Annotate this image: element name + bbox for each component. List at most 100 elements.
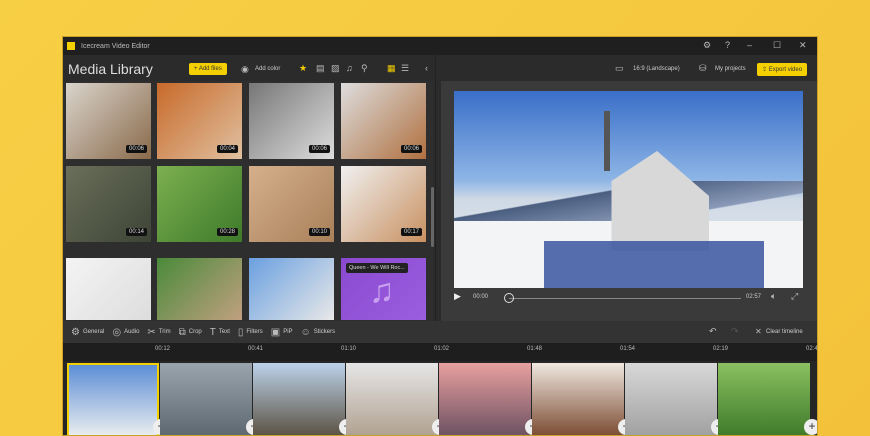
media-thumbnail[interactable]: 00:14 [66,166,151,242]
add-transition-button[interactable]: + [804,419,817,435]
maximize-icon[interactable]: ☐ [773,40,781,51]
crop-icon: ⧉ [178,326,186,338]
audio-filter-icon[interactable]: ♫ [346,63,353,73]
tool-label: Crop [188,329,202,335]
media-thumbnail[interactable]: Queen - We Will Roc... ♫ [341,258,426,320]
image-filter-icon[interactable]: ▨ [331,63,340,74]
stickers-icon: ☺ [300,326,311,338]
timeline-clips: ++++++++ [63,361,817,435]
media-thumbnail[interactable]: 00:17 [341,166,426,242]
volume-icon[interactable]: 🔈︎ [771,291,776,302]
app-logo [67,42,75,50]
minimize-icon[interactable]: – [747,40,752,50]
clear-icon: ✕ [755,327,762,336]
preview-video [454,91,803,288]
timeline-clip[interactable] [532,363,624,435]
edit-toolbar: ⚙ General ◎ Audio ✂ Trim ⧉ Crop T Text ▯ Filters ▣ Pi… [63,321,817,343]
close-icon[interactable]: ✕ [799,40,807,51]
fullscreen-icon[interactable]: ⤢ [791,291,798,302]
duration-badge: 00:06 [125,145,147,153]
preview-panel: ▶ 00:00 02:57 🔈︎ ⤢ [441,81,817,321]
undo-icon[interactable]: ↶ [709,326,717,337]
media-thumbnail[interactable]: 00:28 [157,166,242,242]
redo-icon[interactable]: ↷ [731,326,739,337]
tool-stickers[interactable]: ☺ Stickers [301,327,336,338]
search-icon[interactable]: ⚲ [361,63,368,74]
my-projects-button[interactable]: My projects [715,66,746,72]
timeline-ruler[interactable]: 00:12 00:41 01:10 01:02 01:48 01:54 02:19 02:4 [63,343,817,361]
tool-audio[interactable]: ◎ Audio [112,327,139,338]
tool-general[interactable]: ⚙ General [71,327,104,338]
timeline-tick: 01:02 [434,346,450,352]
media-scrollbar[interactable] [431,187,434,247]
add-files-button[interactable]: + Add files [189,63,227,75]
tool-label: Stickers [313,329,336,335]
aspect-ratio-button[interactable]: 16:9 (Landscape) [633,66,680,72]
timeline-clip[interactable] [160,363,252,435]
total-time: 02:57 [746,294,762,300]
divider [435,55,436,321]
star-filter-icon[interactable]: ★ [299,63,307,74]
media-grid: 00:06 00:04 00:06 00:06 00:14 00:28 00:10 00:17… [63,81,433,321]
aspect-icon: ▭ [615,63,624,73]
tool-label: Text [218,329,230,335]
list-view-icon[interactable]: ☰ [401,63,409,74]
media-thumbnail[interactable] [249,258,334,320]
timeline-clip[interactable] [346,363,438,435]
timeline-clip[interactable] [625,363,717,435]
add-files-label: Add files [198,66,222,72]
settings-icon[interactable]: ⚙ [703,40,711,51]
timeline-tick: 01:10 [341,346,357,352]
media-thumbnail[interactable] [157,258,242,320]
timeline-clip[interactable] [67,363,159,435]
export-video-button[interactable]: ⇪ Export video [757,63,808,76]
collapse-icon[interactable]: ‹ [425,63,428,73]
media-library-title: Media Library [68,61,153,77]
media-thumbnail[interactable]: 00:06 [66,83,151,159]
general-icon: ⚙ [71,326,80,338]
tool-text[interactable]: T Text [210,327,230,338]
timeline-clip[interactable] [718,363,810,435]
tool-filters[interactable]: ▯ Filters [238,327,263,338]
duration-badge: 00:10 [308,228,330,236]
filters-icon: ▯ [237,326,244,338]
seek-bar[interactable] [509,298,741,299]
duration-badge: 00:14 [125,228,147,236]
media-thumbnail[interactable]: 00:10 [249,166,334,242]
duration-badge: 00:28 [216,228,238,236]
current-time: 00:00 [473,294,489,300]
media-thumbnail[interactable] [66,258,151,320]
timeline-clip[interactable] [253,363,345,435]
tool-label: PiP [283,329,293,335]
add-color-button[interactable]: Add color [255,66,280,72]
duration-badge: 00:04 [216,145,238,153]
audio-icon: ◎ [112,326,122,338]
timeline-clip[interactable] [439,363,531,435]
media-thumbnail[interactable]: 00:04 [157,83,242,159]
media-thumbnail[interactable]: 00:06 [341,83,426,159]
tool-label: Audio [124,329,140,335]
color-icon[interactable]: ◉ [241,64,249,75]
tool-label: General [82,329,105,335]
timeline-tick: 02:4 [806,346,818,352]
video-filter-icon[interactable]: ▤ [316,63,325,74]
tool-trim[interactable]: ✂ Trim [147,327,170,338]
music-note-icon: ♫ [369,272,395,310]
timeline-tick: 02:19 [713,346,729,352]
tool-crop[interactable]: ⧉ Crop [179,327,202,338]
tool-pip[interactable]: ▣ PiP [271,327,293,338]
play-icon[interactable]: ▶ [454,291,461,302]
duration-badge: 00:06 [400,145,422,153]
clear-timeline-button[interactable]: Clear timeline [766,329,803,335]
text-icon: T [209,326,216,338]
duration-badge: 00:17 [400,228,422,236]
seek-handle[interactable] [504,293,514,303]
timeline-tick: 01:48 [527,346,543,352]
tool-label: Filters [246,329,263,335]
grid-view-icon[interactable]: ▦ [387,63,396,74]
export-label: Export video [768,67,803,73]
media-thumbnail[interactable]: 00:06 [249,83,334,159]
tool-label: Trim [158,329,171,335]
help-icon[interactable]: ? [725,40,730,50]
duration-badge: 00:06 [308,145,330,153]
